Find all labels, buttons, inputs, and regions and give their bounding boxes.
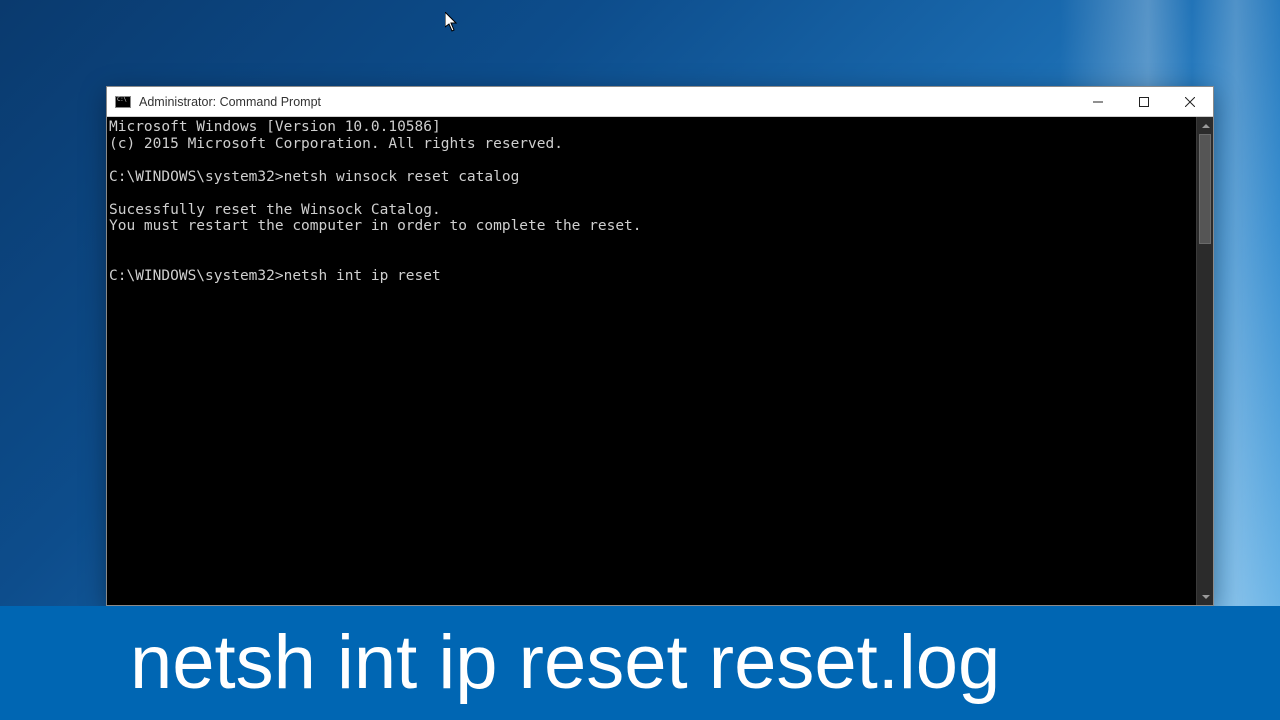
scroll-thumb[interactable]: [1199, 134, 1211, 244]
maximize-button[interactable]: [1121, 87, 1167, 117]
scroll-up-icon[interactable]: [1197, 117, 1214, 134]
close-button[interactable]: [1167, 87, 1213, 117]
command-prompt-window: Administrator: Command Prompt Microsoft …: [106, 86, 1214, 606]
window-title: Administrator: Command Prompt: [139, 95, 321, 109]
console-output[interactable]: Microsoft Windows [Version 10.0.10586] (…: [107, 117, 1196, 605]
mouse-cursor-icon: [445, 12, 459, 32]
caption-strip: netsh int ip reset reset.log: [0, 606, 1280, 720]
minimize-button[interactable]: [1075, 87, 1121, 117]
client-area: Microsoft Windows [Version 10.0.10586] (…: [107, 117, 1213, 605]
vertical-scrollbar[interactable]: [1196, 117, 1213, 605]
scroll-down-icon[interactable]: [1197, 588, 1214, 605]
caption-text: netsh int ip reset reset.log: [130, 625, 1000, 701]
titlebar[interactable]: Administrator: Command Prompt: [107, 87, 1213, 117]
cmd-icon: [115, 96, 131, 108]
